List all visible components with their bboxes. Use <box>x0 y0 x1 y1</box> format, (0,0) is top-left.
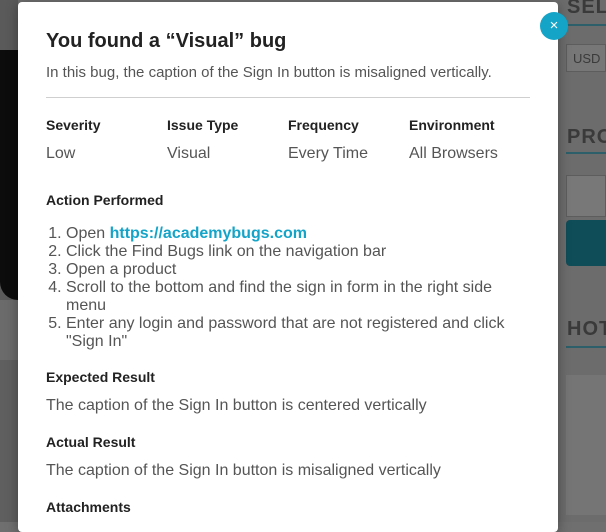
background-divider <box>566 24 606 26</box>
background-band <box>0 360 18 522</box>
background-left-panel <box>0 0 18 522</box>
environment-label: Environment <box>409 117 495 133</box>
background-divider <box>566 346 606 348</box>
list-item: Scroll to the bottom and find the sign i… <box>66 279 531 315</box>
background-product-image <box>0 50 18 300</box>
list-item: Open https://academybugs.com <box>66 225 531 243</box>
environment-value: All Browsers <box>409 145 498 162</box>
background-button <box>566 220 606 266</box>
steps-list: Open https://academybugs.com Click the F… <box>46 225 531 351</box>
severity-label: Severity <box>46 117 101 133</box>
divider <box>46 97 530 98</box>
background-band <box>0 300 18 360</box>
actual-result-text: The caption of the Sign In button is mis… <box>46 462 441 479</box>
background-divider <box>566 152 606 154</box>
list-item: Click the Find Bugs link on the navigati… <box>66 243 531 261</box>
background-sidebar-title: HOT <box>567 318 606 340</box>
issue-type-label: Issue Type <box>167 117 239 133</box>
background-box <box>566 375 606 515</box>
academybugs-link[interactable]: https://academybugs.com <box>110 225 307 242</box>
background-sidebar-title: SEL <box>567 0 606 18</box>
frequency-value: Every Time <box>288 145 369 162</box>
background-input <box>566 175 606 217</box>
attachments-heading: Attachments <box>46 499 131 515</box>
list-item: Enter any login and password that are no… <box>66 315 531 351</box>
action-performed-heading: Action Performed <box>46 192 164 208</box>
background-currency-select: USD <box>566 44 606 72</box>
bug-report-modal: × You found a “Visual” bug In this bug, … <box>18 2 568 532</box>
actual-result-heading: Actual Result <box>46 434 136 450</box>
modal-title: You found a “Visual” bug <box>46 30 287 52</box>
frequency-label: Frequency <box>288 117 359 133</box>
issue-type-value: Visual <box>167 145 211 162</box>
list-item: Open a product <box>66 261 531 279</box>
severity-value: Low <box>46 145 76 162</box>
expected-result-text: The caption of the Sign In button is cen… <box>46 397 427 414</box>
expected-result-heading: Expected Result <box>46 369 155 385</box>
background-sidebar-title: PRO <box>567 126 606 148</box>
modal-subtitle: In this bug, the caption of the Sign In … <box>46 64 492 81</box>
close-icon[interactable]: × <box>540 12 568 40</box>
step-text: Open <box>66 225 110 242</box>
